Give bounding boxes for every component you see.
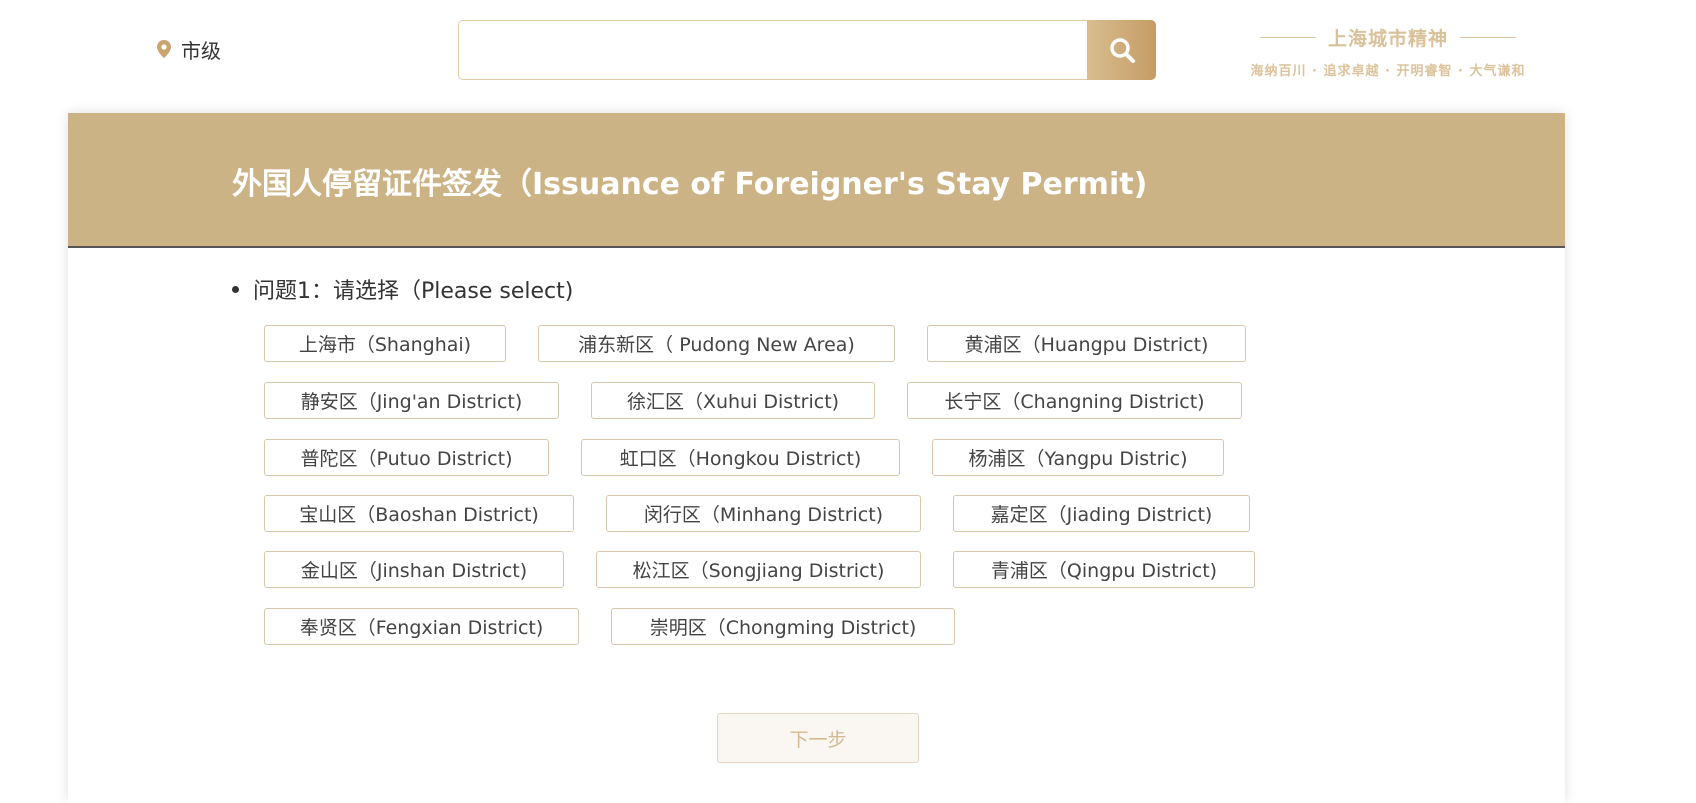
next-step-button[interactable]: 下一步 bbox=[717, 713, 919, 763]
option-hongkou[interactable]: 虹口区（Hongkou District) bbox=[581, 439, 900, 476]
search-input[interactable] bbox=[458, 20, 1087, 80]
option-shanghai[interactable]: 上海市（Shanghai) bbox=[264, 325, 506, 362]
location-selector[interactable]: 市级 bbox=[157, 34, 221, 64]
slogan-subtitle: 海纳百川 · 追求卓越 · 开明睿智 · 大气谦和 bbox=[1250, 64, 1526, 79]
location-label: 市级 bbox=[181, 38, 221, 63]
search-button[interactable] bbox=[1087, 20, 1156, 80]
search-bar bbox=[458, 20, 1156, 80]
option-songjiang[interactable]: 松江区（Songjiang District) bbox=[596, 551, 921, 588]
option-yangpu[interactable]: 杨浦区（Yangpu Distric) bbox=[932, 439, 1224, 476]
search-icon bbox=[1108, 36, 1136, 64]
page-title: 外国人停留证件签发（Issuance of Foreigner's Stay P… bbox=[232, 167, 1148, 202]
question-1: 问题1：请选择（Please select) bbox=[232, 273, 573, 305]
option-putuo[interactable]: 普陀区（Putuo District) bbox=[264, 439, 549, 476]
option-huangpu[interactable]: 黄浦区（Huangpu District) bbox=[927, 325, 1246, 362]
option-baoshan[interactable]: 宝山区（Baoshan District) bbox=[264, 495, 574, 532]
option-xuhui[interactable]: 徐汇区（Xuhui District) bbox=[591, 382, 875, 419]
option-pudong[interactable]: 浦东新区（ Pudong New Area) bbox=[538, 325, 895, 362]
service-card: 外国人停留证件签发（Issuance of Foreigner's Stay P… bbox=[68, 113, 1565, 803]
option-chongming[interactable]: 崇明区（Chongming District) bbox=[611, 608, 955, 645]
location-pin-icon bbox=[157, 40, 171, 58]
slogan-divider-right bbox=[1460, 36, 1516, 38]
card-header: 外国人停留证件签发（Issuance of Foreigner's Stay P… bbox=[68, 113, 1565, 248]
option-fengxian[interactable]: 奉贤区（Fengxian District) bbox=[264, 608, 579, 645]
option-minhang[interactable]: 闵行区（Minhang District) bbox=[606, 495, 921, 532]
top-bar: 市级 上海城市精神 海纳百川 · 追求卓越 · 开明睿智 · 大气谦和 bbox=[0, 0, 1696, 100]
question-label: 问题1：请选择（Please select) bbox=[253, 279, 574, 304]
option-jinshan[interactable]: 金山区（Jinshan District) bbox=[264, 551, 564, 588]
slogan-title: 上海城市精神 bbox=[1327, 27, 1448, 50]
slogan-divider-left bbox=[1259, 36, 1316, 38]
city-slogan: 上海城市精神 海纳百川 · 追求卓越 · 开明睿智 · 大气谦和 bbox=[1228, 22, 1548, 82]
bullet-icon bbox=[232, 285, 239, 293]
option-jiading[interactable]: 嘉定区（Jiading District) bbox=[953, 495, 1250, 532]
option-changning[interactable]: 长宁区（Changning District) bbox=[907, 382, 1242, 419]
option-jingan[interactable]: 静安区（Jing'an District) bbox=[264, 382, 559, 419]
option-qingpu[interactable]: 青浦区（Qingpu District) bbox=[953, 551, 1255, 588]
